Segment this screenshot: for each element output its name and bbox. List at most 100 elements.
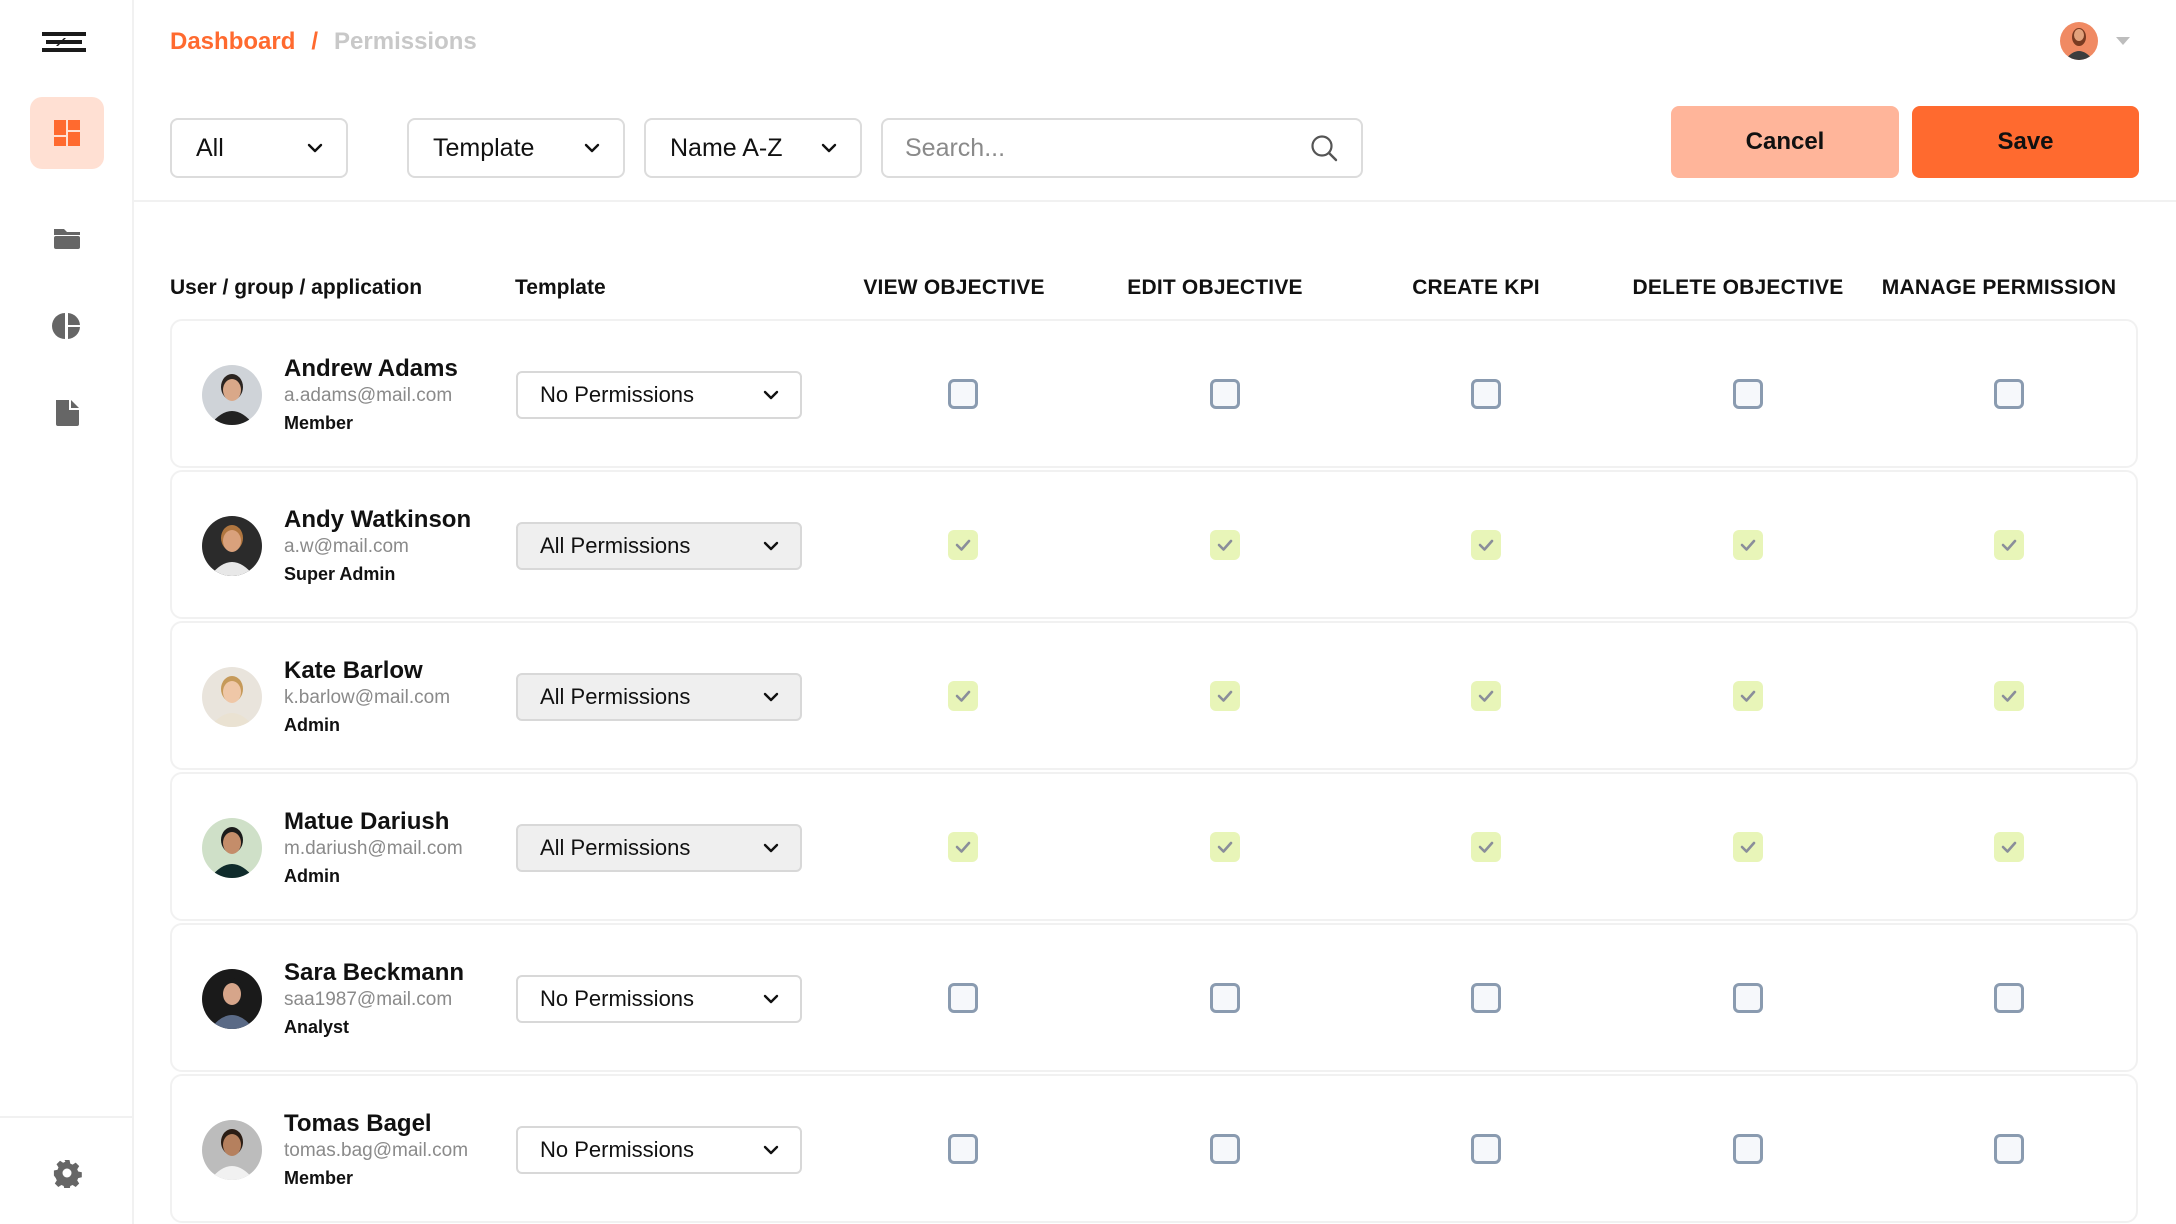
search-input[interactable] — [905, 133, 1309, 163]
user-name: Sara Beckmann — [284, 959, 465, 986]
permission-checkbox-view-objective[interactable] — [948, 530, 978, 560]
table-row: Sara Beckmann saa1987@mail.com Analyst No P… — [170, 923, 2138, 1072]
user-role: Admin — [284, 715, 340, 735]
template-select[interactable]: All Permissions — [516, 673, 802, 721]
save-button[interactable]: Save — [1912, 106, 2139, 178]
check-icon — [1478, 841, 1494, 853]
template-filter-value: Template — [433, 133, 535, 162]
user-role: Admin — [284, 866, 340, 886]
user-name: Andrew Adams — [284, 355, 458, 382]
column-header-manage-permission: MANAGE PERMISSION — [1881, 276, 2117, 299]
template-select-value: All Permissions — [540, 835, 691, 860]
permission-checkbox-edit-objective[interactable] — [1210, 681, 1240, 711]
settings-button[interactable] — [30, 1137, 104, 1209]
breadcrumb-current: Permissions — [334, 28, 477, 55]
template-select[interactable]: No Permissions — [516, 975, 802, 1023]
permission-checkbox-create-kpi[interactable] — [1471, 1134, 1501, 1164]
breadcrumb-dashboard[interactable]: Dashboard — [170, 28, 295, 56]
permission-checkbox-manage-permission[interactable] — [1994, 681, 2024, 711]
permission-checkbox-create-kpi[interactable] — [1471, 983, 1501, 1013]
user-email: a.adams@mail.com — [284, 385, 453, 406]
sidebar-item-dashboard[interactable] — [30, 97, 104, 169]
check-icon — [955, 539, 971, 551]
permission-checkbox-delete-objective[interactable] — [1733, 379, 1763, 409]
scope-filter-value: All — [196, 133, 224, 162]
template-select[interactable]: All Permissions — [516, 522, 802, 570]
check-icon — [2001, 539, 2017, 551]
permission-checkbox-delete-objective[interactable] — [1733, 983, 1763, 1013]
pie-chart-icon — [52, 313, 80, 339]
cancel-button[interactable]: Cancel — [1671, 106, 1899, 178]
scope-filter-select[interactable]: All — [170, 118, 348, 178]
avatar — [202, 667, 262, 727]
profile-menu[interactable] — [2060, 22, 2130, 60]
permission-checkbox-manage-permission[interactable] — [1994, 983, 2024, 1013]
permission-checkbox-create-kpi[interactable] — [1471, 530, 1501, 560]
permission-checkbox-manage-permission[interactable] — [1994, 379, 2024, 409]
chevron-down-icon — [763, 692, 779, 702]
sidebar — [0, 0, 134, 1224]
template-select[interactable]: No Permissions — [516, 371, 802, 419]
avatar[interactable] — [2060, 22, 2098, 60]
user-role: Member — [284, 1168, 354, 1188]
check-icon — [955, 841, 971, 853]
user-role: Super Admin — [284, 564, 396, 584]
permission-checkbox-manage-permission[interactable] — [1994, 530, 2024, 560]
permission-checkbox-view-objective[interactable] — [948, 832, 978, 862]
search-field — [881, 118, 1363, 178]
permission-checkbox-manage-permission[interactable] — [1994, 832, 2024, 862]
user-name: Tomas Bagel — [284, 1110, 432, 1137]
sort-select[interactable]: Name A-Z — [644, 118, 862, 178]
permission-checkbox-manage-permission[interactable] — [1994, 1134, 2024, 1164]
check-icon — [2001, 841, 2017, 853]
permission-checkbox-view-objective[interactable] — [948, 1134, 978, 1164]
gear-icon — [53, 1160, 82, 1188]
user-name: Andy Watkinson — [284, 506, 472, 533]
permission-checkbox-edit-objective[interactable] — [1210, 983, 1240, 1013]
template-select[interactable]: No Permissions — [516, 1126, 802, 1174]
permission-checkbox-edit-objective[interactable] — [1210, 1134, 1240, 1164]
avatar — [202, 516, 262, 576]
template-select-value: All Permissions — [540, 533, 691, 558]
sidebar-item-reports[interactable] — [30, 290, 104, 362]
table-row: Tomas Bagel tomas.bag@mail.com Member No Pe… — [170, 1074, 2138, 1223]
user-email: a.w@mail.com — [284, 536, 409, 557]
permission-checkbox-delete-objective[interactable] — [1733, 530, 1763, 560]
permission-checkbox-create-kpi[interactable] — [1471, 681, 1501, 711]
logo-icon[interactable] — [42, 32, 86, 52]
check-icon — [1740, 690, 1756, 702]
sidebar-divider — [0, 1116, 133, 1118]
permission-checkbox-edit-objective[interactable] — [1210, 379, 1240, 409]
permission-checkbox-view-objective[interactable] — [948, 983, 978, 1013]
permission-checkbox-view-objective[interactable] — [948, 379, 978, 409]
permission-checkbox-edit-objective[interactable] — [1210, 832, 1240, 862]
permission-checkbox-delete-objective[interactable] — [1733, 681, 1763, 711]
search-icon[interactable] — [1309, 133, 1339, 163]
check-icon — [955, 690, 971, 702]
chevron-down-icon — [307, 143, 323, 153]
column-header-user: User / group / application — [170, 276, 423, 299]
caret-down-icon[interactable] — [2116, 37, 2130, 45]
check-icon — [1740, 539, 1756, 551]
user-email: tomas.bag@mail.com — [284, 1140, 469, 1161]
permission-checkbox-create-kpi[interactable] — [1471, 379, 1501, 409]
column-header-view-objective: VIEW OBJECTIVE — [863, 276, 1045, 299]
chevron-down-icon — [763, 994, 779, 1004]
permission-checkbox-edit-objective[interactable] — [1210, 530, 1240, 560]
breadcrumb-separator: / — [311, 28, 319, 55]
user-email: m.dariush@mail.com — [284, 838, 463, 859]
document-icon — [56, 400, 79, 426]
column-header-edit-objective: EDIT OBJECTIVE — [1127, 276, 1303, 299]
sidebar-item-folder[interactable] — [30, 202, 104, 274]
sidebar-item-documents[interactable] — [30, 377, 104, 449]
template-filter-select[interactable]: Template — [407, 118, 625, 178]
user-email: k.barlow@mail.com — [284, 687, 451, 708]
template-select[interactable]: All Permissions — [516, 824, 802, 872]
avatar — [202, 818, 262, 878]
permission-checkbox-view-objective[interactable] — [948, 681, 978, 711]
permission-checkbox-create-kpi[interactable] — [1471, 832, 1501, 862]
permission-checkbox-delete-objective[interactable] — [1733, 1134, 1763, 1164]
folder-icon — [54, 229, 80, 249]
permission-checkbox-delete-objective[interactable] — [1733, 832, 1763, 862]
column-header-template: Template — [515, 276, 606, 299]
